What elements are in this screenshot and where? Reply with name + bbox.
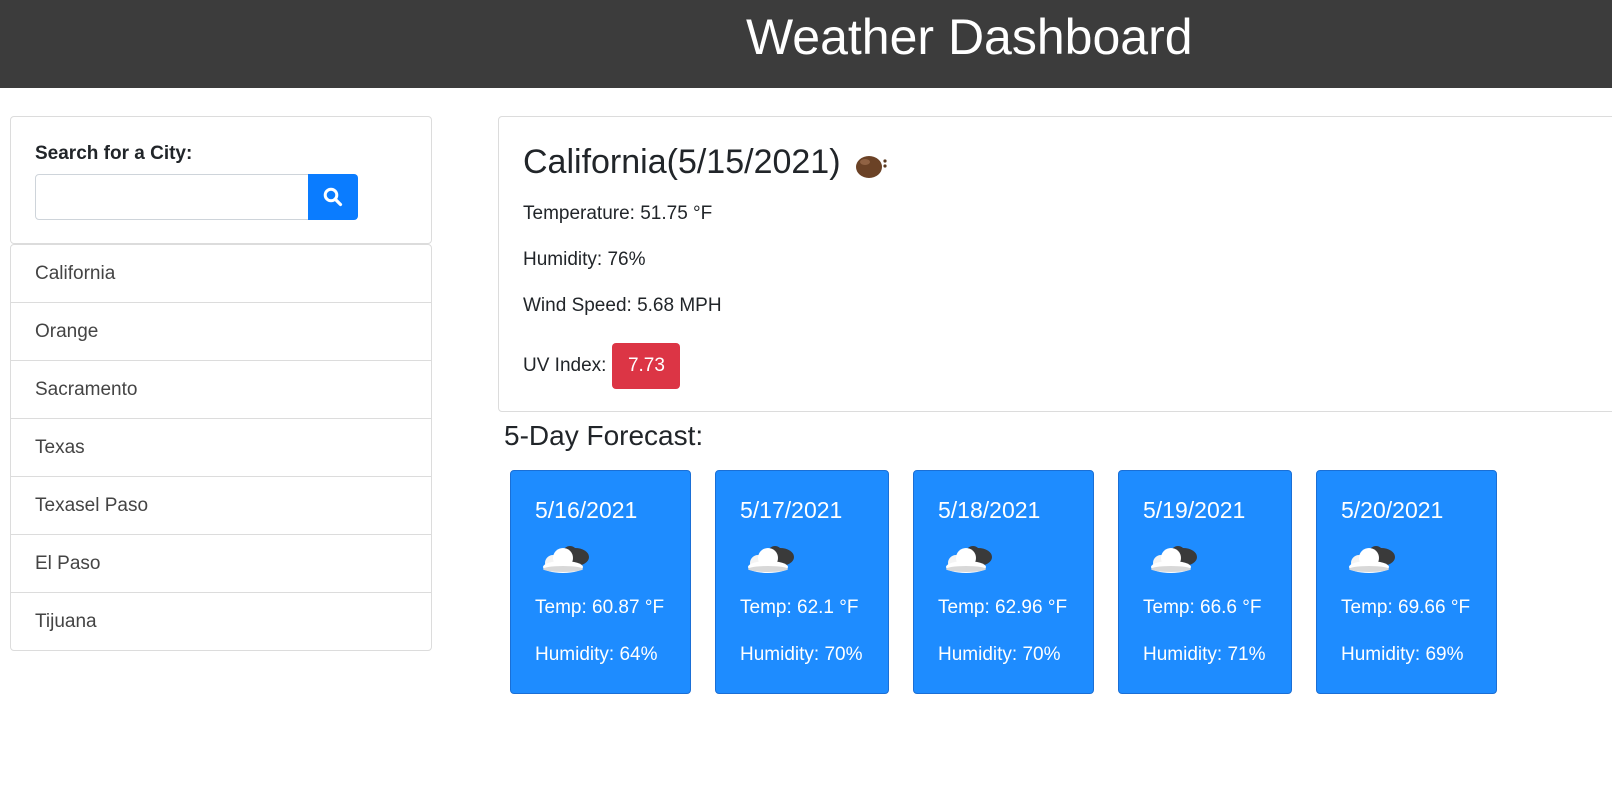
history-item-orange[interactable]: Orange [11,303,431,361]
search-icon [323,187,343,207]
history-item-california[interactable]: California [11,245,431,303]
forecast-heading: 5-Day Forecast: [504,420,704,451]
forecast-card: 5/16/2021 Temp: 60.87 °F Humidity: 64% [510,470,691,694]
page-title: Weather Dashboard [746,9,1193,65]
forecast-card: 5/17/2021 Temp: 62.1 °F Humidity: 70% [715,470,889,694]
partly-cloudy-icon [543,546,589,573]
forecast-humidity: Humidity: 70% [938,644,1061,665]
forecast-temp: Temp: 66.6 °F [1143,597,1262,618]
search-button[interactable] [308,174,358,220]
current-weather-card: California(5/15/2021) Temperature: 51.75… [498,116,1612,412]
forecast-date: 5/19/2021 [1143,497,1246,523]
history-item-sacramento[interactable]: Sacramento [11,361,431,419]
forecast-card: 5/19/2021 Temp: 66.6 °F Humidity: 71% [1118,470,1292,694]
forecast-humidity: Humidity: 70% [740,644,863,665]
history-item-texas[interactable]: Texas [11,419,431,477]
city-search-input[interactable] [35,174,309,220]
search-history-list: California Orange Sacramento Texas Texas… [10,244,432,651]
forecast-date: 5/20/2021 [1341,497,1444,523]
forecast-temp: Temp: 62.1 °F [740,597,859,618]
search-panel: Search for a City: [10,116,432,244]
forecast-humidity: Humidity: 64% [535,644,658,665]
partly-cloudy-icon [946,546,992,573]
forecast-humidity: Humidity: 69% [1341,644,1464,665]
uv-index-row: UV Index: 7.73 [523,343,681,389]
page-header: Weather Dashboard [0,0,1612,88]
forecast-card: 5/18/2021 Temp: 62.96 °F Humidity: 70% [913,470,1094,694]
weather-icon [856,156,887,178]
uv-index-label: UV Index: [523,355,607,376]
forecast-temp: Temp: 62.96 °F [938,597,1068,618]
history-item-el-paso[interactable]: El Paso [11,535,431,593]
forecast-card: 5/20/2021 Temp: 69.66 °F Humidity: 69% [1316,470,1497,694]
forecast-humidity: Humidity: 71% [1143,644,1266,665]
forecast-temp: Temp: 60.87 °F [535,597,665,618]
partly-cloudy-icon [748,546,794,573]
forecast-temp: Temp: 69.66 °F [1341,597,1471,618]
current-humidity: Humidity: 76% [523,249,646,270]
forecast-date: 5/17/2021 [740,497,843,523]
uv-index-badge: 7.73 [612,343,681,389]
forecast-date: 5/16/2021 [535,497,638,523]
partly-cloudy-icon [1349,546,1395,573]
history-item-tijuana[interactable]: Tijuana [11,593,431,650]
current-temperature: Temperature: 51.75 °F [523,203,713,224]
current-wind-speed: Wind Speed: 5.68 MPH [523,295,722,316]
partly-cloudy-icon [1151,546,1197,573]
forecast-date: 5/18/2021 [938,497,1041,523]
search-label: Search for a City: [35,143,193,164]
current-city-title: California(5/15/2021) [523,143,841,181]
history-item-texasel-paso[interactable]: Texasel Paso [11,477,431,535]
